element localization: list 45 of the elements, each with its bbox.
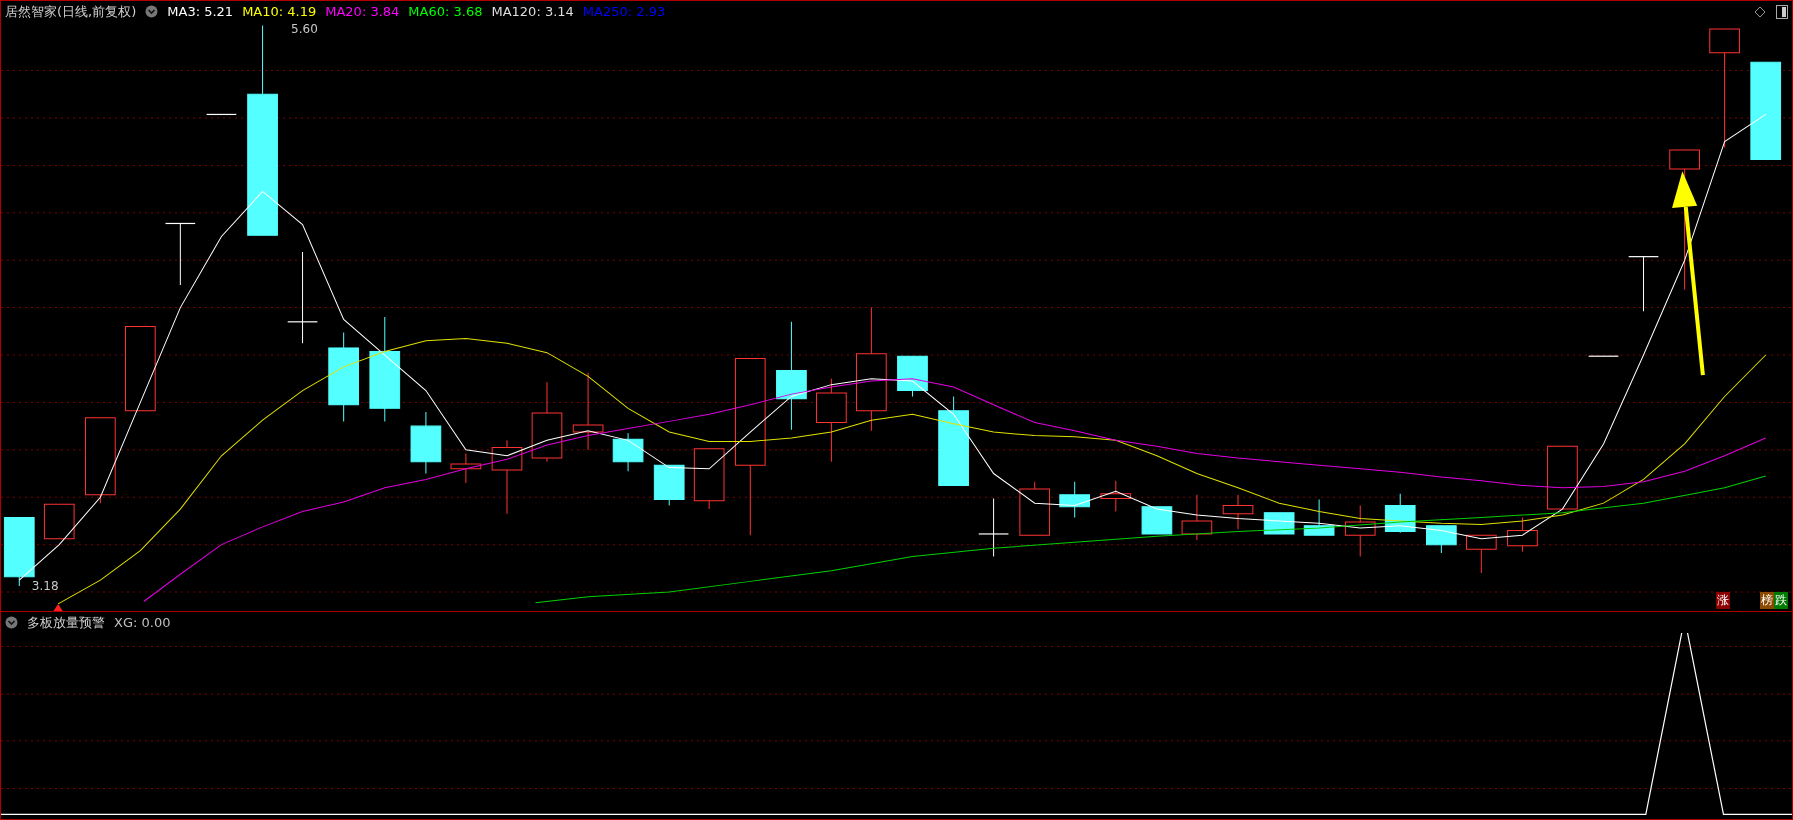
indicator-title: 多板放量预警 bbox=[27, 613, 105, 632]
candlestick bbox=[1100, 480, 1132, 512]
marker-icon bbox=[53, 603, 63, 611]
candlestick bbox=[897, 355, 928, 397]
signal-tag: 涨 bbox=[1716, 592, 1730, 609]
indicator-value: MA3: 5.21 bbox=[167, 4, 234, 19]
dropdown-icon[interactable] bbox=[145, 5, 159, 18]
candlestick bbox=[1019, 481, 1051, 536]
candlestick bbox=[1426, 525, 1457, 554]
indicator-value: MA10: 4.19 bbox=[242, 4, 317, 19]
signal-tag: 榜 bbox=[1760, 592, 1774, 609]
candlestick bbox=[1547, 445, 1578, 510]
chart-title: 居然智家(日线,前复权) bbox=[5, 2, 137, 21]
high-price-label: 5.60 bbox=[291, 22, 318, 36]
candlestick bbox=[693, 448, 725, 510]
candlestick bbox=[612, 432, 644, 472]
indicator-value: MA20: 3.84 bbox=[325, 4, 400, 19]
candlestick bbox=[410, 411, 442, 475]
indicator-value: XG: 0.00 bbox=[114, 615, 171, 630]
candlestick bbox=[1263, 512, 1295, 535]
panel-toggle-icon[interactable] bbox=[1776, 4, 1788, 19]
candlestick bbox=[1465, 534, 1497, 574]
candlestick bbox=[164, 222, 196, 286]
signal-tag: 跌 bbox=[1774, 592, 1788, 609]
candlestick bbox=[1588, 355, 1619, 357]
indicator-value: MA120: 3.14 bbox=[491, 4, 574, 19]
diamond-icon[interactable] bbox=[1754, 5, 1766, 18]
candlestick bbox=[450, 452, 482, 484]
candlestick bbox=[1507, 516, 1538, 553]
candlestick bbox=[653, 464, 685, 507]
candlestick bbox=[1628, 256, 1659, 312]
candlestick bbox=[978, 497, 1010, 557]
candlestick bbox=[1141, 506, 1173, 535]
candlestick bbox=[1344, 505, 1376, 557]
candlestick bbox=[1181, 494, 1213, 541]
indicator-value: MA250: 2.93 bbox=[582, 4, 666, 19]
candlestick bbox=[1059, 481, 1091, 518]
indicator-value: MA60: 3.68 bbox=[408, 4, 483, 19]
candlestick bbox=[1222, 494, 1254, 530]
candlestick bbox=[1384, 493, 1416, 534]
candlestick bbox=[1303, 499, 1335, 536]
dropdown-icon[interactable] bbox=[5, 616, 18, 629]
low-price-label: 3.18 bbox=[31, 578, 59, 593]
candlestick bbox=[206, 113, 237, 116]
candlestick bbox=[43, 503, 75, 540]
